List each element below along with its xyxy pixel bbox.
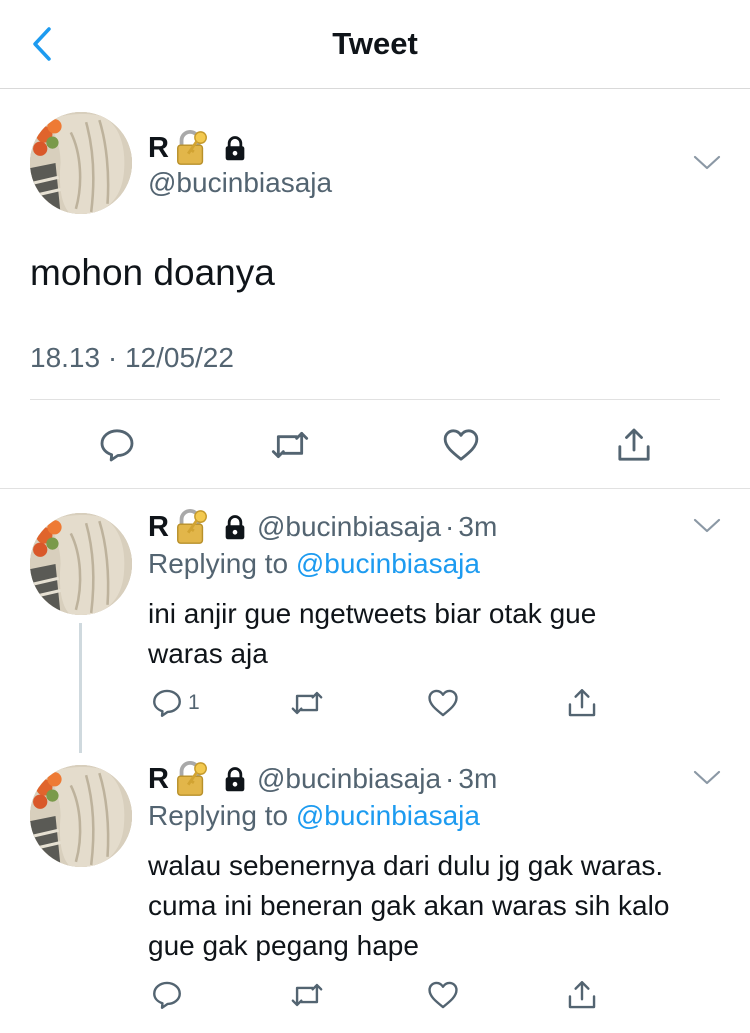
top-nav-bar: Tweet [0,0,750,89]
share-icon [565,686,599,720]
reply-button[interactable] [150,978,184,1012]
author-name[interactable]: R [148,129,249,167]
locked-with-key-icon [173,508,211,546]
tweet-text-line: cuma ini beneran gak akan waras sih kalo [148,890,670,921]
tweet-text-line: ini anjir gue ngetweets biar otak gue [148,598,597,629]
like-button[interactable] [426,978,460,1012]
reply-icon [150,978,184,1012]
main-tweet: R @bucinbiasaja mohon doanya 18.13 · 12/… [0,89,750,487]
tweet-text: walau sebenernya dari dulu jg gak waras.… [148,846,669,966]
thread-line [79,623,82,753]
retweet-button[interactable] [288,686,326,720]
tweet-text: mohon doanya [30,252,275,293]
chevron-down-icon [692,153,722,173]
chevron-down-icon [692,768,722,788]
retweet-icon [288,686,326,720]
reply-count: 1 [188,691,200,714]
author-handle: @bucinbiasaja [256,511,442,542]
reply-icon [150,686,184,720]
lock-icon [221,134,249,162]
retweet-button[interactable] [288,978,326,1012]
tweet-time: 3m [458,763,498,794]
author-handle: @bucinbiasaja [256,763,442,794]
chevron-down-icon [692,516,722,536]
author-name[interactable]: R @bucinbiasaja · 3m [148,760,497,798]
share-icon [614,425,654,465]
avatar[interactable] [30,112,132,214]
author-name[interactable]: R @bucinbiasaja · 3m [148,508,497,546]
locked-with-key-icon [173,760,211,798]
reply-tweet[interactable]: R @bucinbiasaja · 3m Replying to @bucinb… [0,490,750,753]
tweet-text-line: gue gak pegang hape [148,930,419,961]
more-options-button[interactable] [692,768,722,793]
tweet-text-line: waras aja [148,638,268,669]
divider [30,399,720,400]
like-button[interactable] [426,686,460,720]
replying-to: Replying to @bucinbiasaja [148,548,480,580]
tweet-text: ini anjir gue ngetweets biar otak gue wa… [148,594,596,674]
avatar[interactable] [30,513,132,615]
retweet-icon [268,425,312,465]
heart-icon [426,978,460,1012]
share-icon [565,978,599,1012]
author-name-text: R [148,510,169,543]
locked-with-key-icon [173,129,211,167]
more-options-button[interactable] [692,153,722,178]
retweet-icon [288,978,326,1012]
author-name-text: R [148,131,169,164]
separator-dot: · [445,763,455,794]
tweet-text-line: walau sebenernya dari dulu jg gak waras. [148,850,664,881]
author-handle[interactable]: @bucinbiasaja [148,167,332,199]
replying-to: Replying to @bucinbiasaja [148,800,480,832]
author-name-text: R [148,762,169,795]
tweet-time: 3m [458,511,498,542]
reply-tweet[interactable]: R @bucinbiasaja · 3m Replying to @bucinb… [0,742,750,1032]
reply-button[interactable] [97,425,137,465]
share-button[interactable] [614,425,654,465]
lock-icon [221,513,249,541]
share-button[interactable] [565,686,599,720]
reply-button[interactable]: 1 [150,686,200,720]
retweet-button[interactable] [268,425,312,465]
replying-to-link[interactable]: @bucinbiasaja [296,548,480,579]
divider [0,488,750,489]
replying-to-link[interactable]: @bucinbiasaja [296,800,480,831]
heart-icon [426,686,460,720]
more-options-button[interactable] [692,516,722,541]
separator-dot: · [445,511,455,542]
lock-icon [221,765,249,793]
replying-to-label: Replying to [148,548,289,579]
share-button[interactable] [565,978,599,1012]
reply-icon [97,425,137,465]
heart-icon [441,425,481,465]
avatar[interactable] [30,765,132,867]
tweet-timestamp: 18.13 · 12/05/22 [30,342,234,373]
replying-to-label: Replying to [148,800,289,831]
page-title: Tweet [332,26,418,61]
like-button[interactable] [441,425,481,465]
